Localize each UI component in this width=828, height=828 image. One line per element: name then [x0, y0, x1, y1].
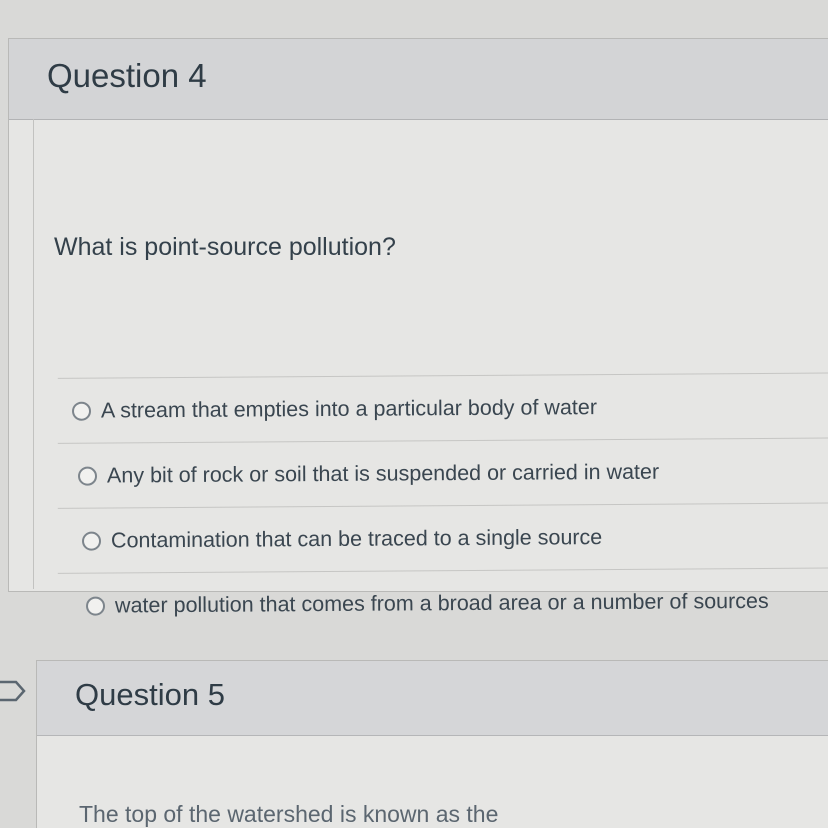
question-5-card: Question 5 The top of the watershed is k…: [36, 660, 828, 828]
question-4-header: Question 4: [9, 39, 828, 120]
question-4-card: Question 4 What is point-source pollutio…: [8, 38, 828, 638]
answer-option-d[interactable]: water pollution that comes from a broad …: [57, 567, 828, 638]
flag-marker-icon[interactable]: [0, 674, 28, 708]
question-5-prompt: The top of the watershed is known as the: [79, 801, 499, 827]
radio-unselected-icon[interactable]: [77, 466, 98, 486]
answer-list: A stream that empties into a particular …: [57, 372, 828, 638]
answer-label[interactable]: A stream that empties into a particular …: [101, 395, 597, 423]
answer-option-b[interactable]: Any bit of rock or soil that is suspende…: [57, 437, 828, 508]
answer-option-a[interactable]: A stream that empties into a particular …: [57, 372, 828, 443]
radio-unselected-icon[interactable]: [81, 531, 102, 551]
answer-label[interactable]: water pollution that comes from a broad …: [115, 588, 769, 618]
answer-label[interactable]: Contamination that can be traced to a si…: [111, 525, 602, 553]
question-4-body: What is point-source pollution? A stream…: [33, 119, 828, 638]
question-4-prompt: What is point-source pollution?: [54, 233, 396, 261]
quiz-page: Question 4 What is point-source pollutio…: [0, 0, 828, 828]
question-5-title: Question 5: [75, 677, 225, 712]
question-5-header: Question 5: [37, 661, 828, 736]
question-4-title: Question 4: [47, 57, 207, 94]
radio-unselected-icon[interactable]: [85, 596, 106, 616]
answer-label[interactable]: Any bit of rock or soil that is suspende…: [107, 459, 659, 488]
radio-unselected-icon[interactable]: [71, 401, 92, 421]
answer-option-c[interactable]: Contamination that can be traced to a si…: [57, 502, 828, 573]
